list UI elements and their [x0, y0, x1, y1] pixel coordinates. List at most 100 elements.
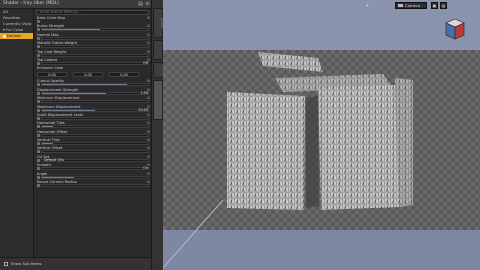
parameter-row: Round Corners Radius ⚙ — [34, 180, 151, 188]
category-label: All — [3, 9, 8, 14]
pane-tab[interactable]: Surfaces — [153, 80, 167, 120]
slider-fill — [42, 92, 106, 94]
color-channel-field[interactable]: 0.00 — [109, 72, 139, 78]
parameter-row: Angle ⚙ — [34, 172, 151, 180]
category-label: Default — [7, 33, 21, 38]
parameter-slider[interactable] — [41, 100, 149, 104]
map-swatch[interactable] — [37, 125, 40, 129]
map-swatch[interactable] — [37, 20, 40, 23]
panel-options-icon[interactable]: ≡ — [145, 2, 150, 7]
parameter-row: Displacement Strength ⚙ 1.00 — [34, 88, 151, 96]
parameter-row: Cutout Opacity ⚙ — [34, 79, 151, 87]
map-swatch[interactable] — [37, 184, 40, 188]
parameter-slider[interactable] — [41, 125, 149, 129]
fur-cube-render — [163, 52, 413, 269]
color-channel-field[interactable]: 0.00 — [73, 72, 103, 78]
slider-fill — [42, 29, 101, 31]
parameter-slider[interactable] — [41, 61, 149, 65]
parameter-row: SubD Displacement Level ⚙ — [34, 113, 151, 121]
parameter-row: Vertical Offset ⚙ — [34, 146, 151, 154]
parameter-value: On — [143, 166, 148, 171]
category-label: Favorites — [3, 15, 21, 20]
category-label: Currently Used — [3, 21, 32, 26]
parameter-row: Base Color Map ⚙ — [34, 16, 151, 24]
fur-gap-shadow — [306, 96, 319, 208]
parameter-row: UV Set ⚙ Default UVs — [34, 155, 151, 163]
panel-header: Shader - Iray Uber (MDL) ▤ ≡ × — [0, 0, 163, 9]
fur-front-right-face — [318, 85, 399, 210]
map-swatch[interactable] — [37, 91, 40, 95]
parameter-slider[interactable] — [41, 150, 149, 154]
fur-front-left-face — [227, 92, 305, 210]
pane-tabs: Scene Scene Info Render Surfaces — [151, 0, 168, 270]
slider-fill — [42, 109, 95, 111]
panel-footer: Show Sub Items — [0, 257, 151, 270]
material-dot-icon — [3, 34, 6, 38]
parameter-slider[interactable] — [41, 28, 149, 32]
parameter-row: Maximum Displacement ⚙ 10.00 — [34, 105, 151, 113]
slider-fill — [42, 84, 127, 86]
parameter-value: 10.00 — [138, 107, 148, 112]
parameter-slider[interactable] — [41, 142, 149, 146]
parameter-slider[interactable] — [41, 116, 149, 120]
map-swatch[interactable] — [37, 61, 40, 65]
parameter-slider[interactable] — [41, 45, 149, 49]
parameter-list: Base Color Map ⚙ Bump Strength ⚙ Normal Map ⚙… — [34, 16, 151, 188]
map-swatch[interactable] — [37, 116, 40, 120]
parameter-value: Off — [142, 60, 148, 65]
surface-parameters: Enter text to filter by... Base Color Ma… — [34, 9, 151, 257]
parameter-row: Normal Map ⚙ — [34, 33, 151, 41]
filter-field[interactable]: Enter text to filter by... — [36, 10, 149, 15]
parameter-row: Vertical Tiles ⚙ — [34, 138, 151, 146]
pane-tab[interactable]: Scene Info — [153, 40, 168, 60]
map-swatch[interactable] — [37, 133, 40, 137]
panel-title: Shader - Iray Uber (MDL) — [3, 1, 60, 6]
parameter-row: Smooth ⚙ On — [34, 163, 151, 171]
show-sub-items-label: Show Sub Items — [11, 261, 42, 266]
slider-fill — [42, 176, 74, 178]
parameter-row: Bump Strength ⚙ — [34, 24, 151, 32]
parameter-row: 0.00 0.00 0.00 — [34, 71, 151, 79]
parameter-slider[interactable] — [41, 175, 149, 179]
parameter-slider[interactable] — [41, 83, 149, 87]
map-swatch[interactable] — [37, 150, 40, 154]
map-swatch[interactable] — [37, 36, 40, 40]
gear-icon[interactable]: ⚙ — [147, 16, 150, 20]
parameter-row: Minimum Displacement ⚙ — [34, 96, 151, 104]
parameter-slider[interactable] — [41, 91, 149, 95]
pane-tab[interactable]: Render — [153, 62, 165, 78]
filter-placeholder: Enter text to filter by... — [40, 10, 81, 14]
show-sub-items-checkbox[interactable] — [4, 262, 8, 266]
parameter-row: Top Coat Weight ⚙ — [34, 50, 151, 58]
slider-fill — [42, 126, 53, 128]
category-label: ▾ Fur Cube — [3, 27, 24, 32]
parameter-slider[interactable] — [41, 184, 149, 188]
parameter-slider[interactable] — [41, 108, 149, 112]
parameter-row: Metallic Flakes Weight ⚙ — [34, 41, 151, 49]
category-item[interactable]: Default — [0, 33, 33, 39]
parameter-slider[interactable] — [41, 36, 149, 40]
map-swatch[interactable] — [37, 175, 40, 179]
map-swatch[interactable] — [37, 53, 40, 57]
map-swatch[interactable] — [37, 142, 40, 146]
parameter-slider[interactable] — [41, 167, 149, 171]
map-swatch[interactable] — [37, 167, 40, 171]
color-channel-field[interactable]: 0.00 — [37, 72, 67, 78]
map-swatch[interactable] — [37, 100, 40, 104]
panel-menu-icon[interactable]: ▤ — [138, 2, 143, 7]
parameter-slider[interactable] — [41, 53, 149, 57]
app-window: Shader - Iray Uber (MDL) ▤ ≡ × AllFavori… — [0, 0, 480, 270]
map-swatch[interactable] — [37, 83, 40, 87]
parameter-label: Base Color Map — [37, 16, 66, 20]
pane-tab[interactable]: Scene — [153, 8, 164, 38]
map-swatch[interactable] — [37, 45, 40, 49]
parameter-row: Horizontal Offset ⚙ — [34, 130, 151, 138]
map-swatch[interactable] — [37, 108, 40, 112]
map-swatch[interactable] — [37, 28, 40, 32]
parameter-row: Horizontal Tiles ⚙ — [34, 121, 151, 129]
slider-fill — [42, 143, 53, 145]
category-tree: All Favorites Currently Used ▾ Fur Cube Defa… — [0, 9, 34, 270]
map-swatch[interactable] — [37, 158, 40, 162]
parameter-slider[interactable] — [41, 133, 149, 137]
viewport[interactable]: ⌖ Camera ▣ ▤ — [163, 0, 480, 270]
